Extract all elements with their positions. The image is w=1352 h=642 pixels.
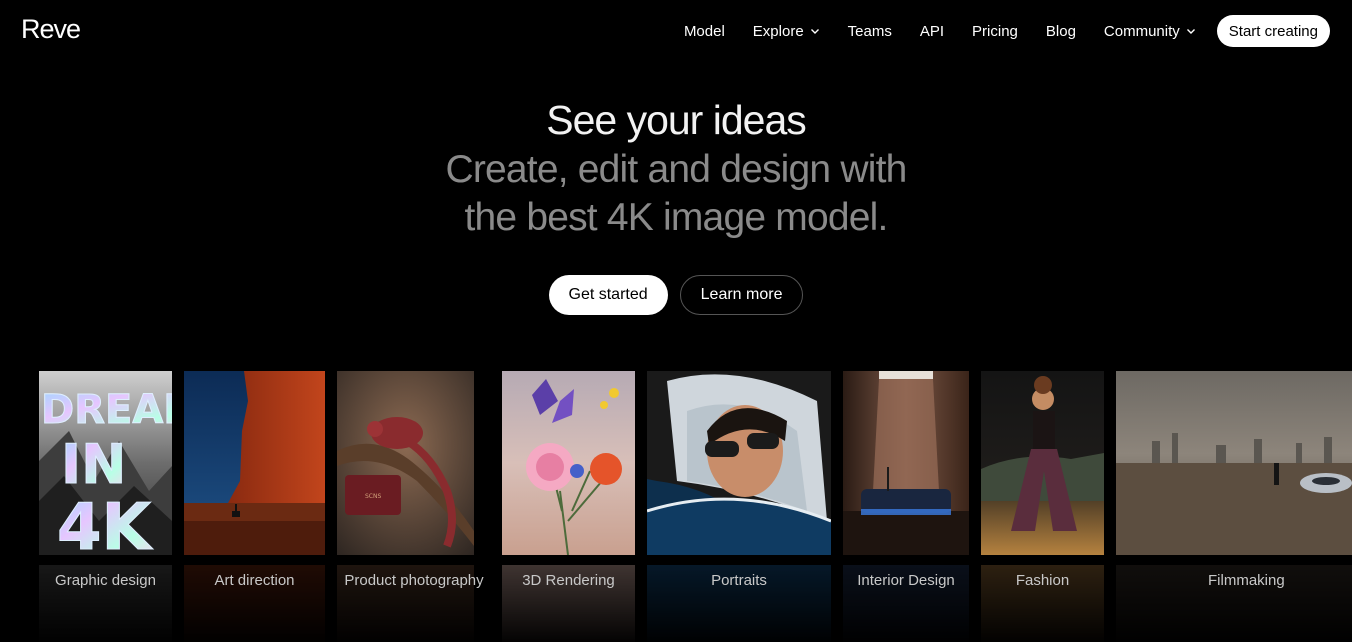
nav-explore-label: Explore bbox=[752, 22, 804, 40]
product-photography-image: SCNS bbox=[337, 371, 474, 555]
nav-api[interactable]: API bbox=[920, 23, 944, 40]
nav-blog[interactable]: Blog bbox=[1046, 23, 1076, 40]
hero: See your ideas Create, edit and design w… bbox=[0, 94, 1352, 242]
caption-filmmaking[interactable]: Filmmaking bbox=[1116, 572, 1352, 589]
interior-design-image bbox=[843, 371, 969, 555]
fashion-image bbox=[981, 371, 1104, 555]
nav-api-label: API bbox=[919, 22, 945, 40]
caption-fashion[interactable]: Fashion bbox=[981, 572, 1104, 589]
gallery-card-fashion[interactable] bbox=[981, 371, 1104, 555]
caption-interior-design[interactable]: Interior Design bbox=[843, 572, 969, 589]
caption-graphic-design[interactable]: Graphic design bbox=[39, 572, 172, 589]
art-text-dream: DREAM bbox=[41, 387, 172, 433]
nav-explore[interactable]: Explore bbox=[753, 23, 820, 40]
portraits-image bbox=[647, 371, 831, 555]
art-text-4k: 4K bbox=[57, 491, 154, 555]
gallery-card-interior-design[interactable] bbox=[843, 371, 969, 555]
hero-subtitle-line-2: the best 4K image model. bbox=[464, 196, 888, 239]
graphic-design-image: DREAM IN 4K bbox=[39, 371, 172, 555]
nav-teams-label: Teams bbox=[847, 22, 892, 40]
hero-subtitle: Create, edit and design with the best 4K… bbox=[0, 146, 1352, 242]
nav-pricing-label: Pricing bbox=[972, 22, 1018, 40]
art-text-in: IN bbox=[61, 433, 126, 496]
page: Reve Model Explore Teams API Pricing Blo… bbox=[0, 0, 1352, 642]
top-nav: Model Explore Teams API Pricing Blog Com… bbox=[684, 15, 1330, 47]
caption-portraits[interactable]: Portraits bbox=[647, 572, 831, 589]
gallery-card-product-photography[interactable]: SCNS bbox=[337, 371, 474, 555]
nav-teams[interactable]: Teams bbox=[848, 23, 892, 40]
bag-logo-text: SCNS bbox=[365, 493, 381, 500]
caption-art-direction[interactable]: Art direction bbox=[184, 572, 325, 589]
hero-subtitle-line-1: Create, edit and design with bbox=[445, 148, 907, 191]
caption-product-photography[interactable]: Product photography bbox=[332, 572, 496, 589]
reve-logo[interactable]: Reve bbox=[21, 14, 81, 45]
nav-model[interactable]: Model bbox=[684, 23, 725, 40]
hero-buttons: Get started Learn more bbox=[0, 275, 1352, 315]
nav-community[interactable]: Community bbox=[1104, 23, 1196, 40]
nav-model-label: Model bbox=[683, 22, 725, 40]
filmmaking-image bbox=[1116, 371, 1352, 555]
chevron-down-icon bbox=[1186, 29, 1195, 34]
3d-rendering-image bbox=[502, 371, 635, 555]
learn-more-button[interactable]: Learn more bbox=[679, 275, 804, 315]
gallery-card-3d-rendering[interactable] bbox=[502, 371, 635, 555]
gallery-card-filmmaking[interactable] bbox=[1116, 371, 1352, 555]
hero-title: See your ideas bbox=[546, 97, 807, 143]
chevron-down-icon bbox=[810, 29, 819, 34]
gallery-card-graphic-design[interactable]: DREAM IN 4K bbox=[39, 371, 172, 555]
gallery-card-portraits[interactable] bbox=[647, 371, 831, 555]
start-creating-button[interactable]: Start creating bbox=[1216, 15, 1330, 47]
nav-blog-label: Blog bbox=[1045, 22, 1076, 40]
nav-pricing[interactable]: Pricing bbox=[972, 23, 1018, 40]
gallery-card-art-direction[interactable] bbox=[184, 371, 325, 555]
get-started-button[interactable]: Get started bbox=[548, 275, 668, 315]
caption-3d-rendering[interactable]: 3D Rendering bbox=[502, 572, 635, 589]
art-direction-image bbox=[184, 371, 325, 555]
nav-community-label: Community bbox=[1103, 22, 1180, 40]
